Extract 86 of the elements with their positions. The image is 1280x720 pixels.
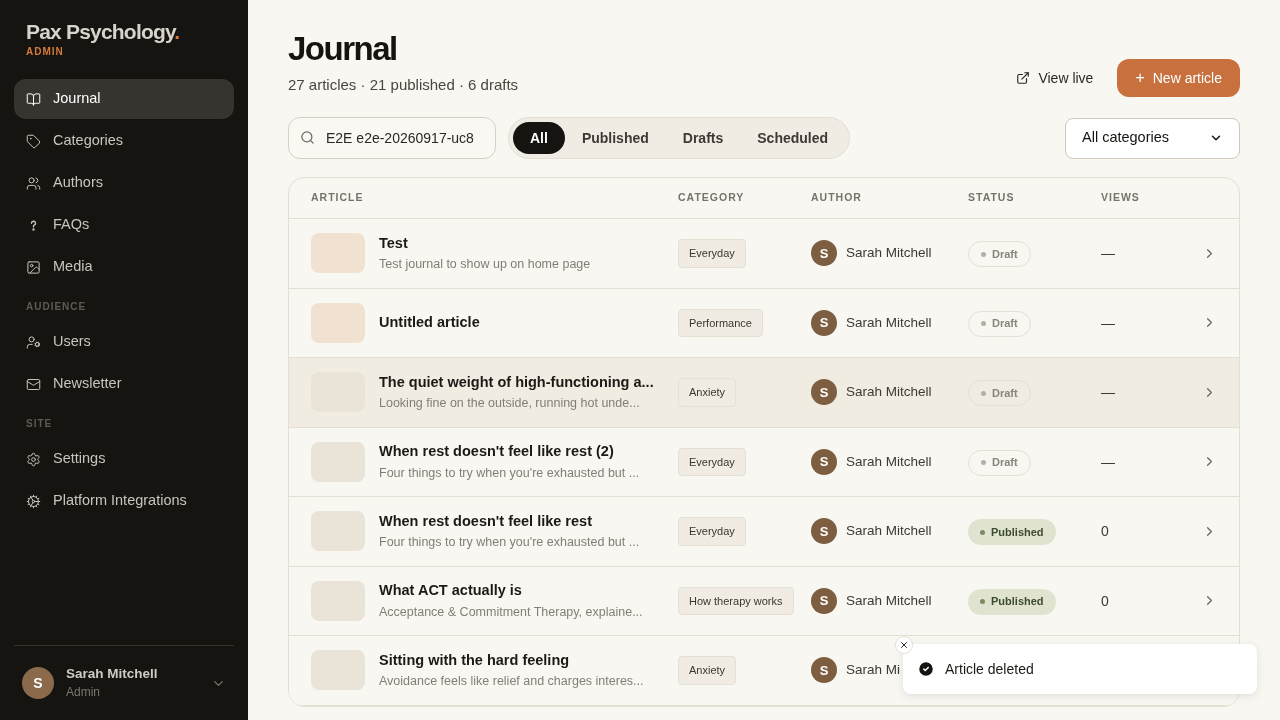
filter-tab[interactable]: Scheduled [740,122,846,154]
author-name: Sarah Mitchell [846,591,932,610]
sidebar-item[interactable]: Settings [14,439,234,479]
toast-message: Article deleted [945,659,1034,679]
article-excerpt: Four things to try when you're exhausted but ... [379,534,640,552]
tag-icon [26,133,41,149]
category-select[interactable]: All categories [1065,117,1240,159]
author-name: Sarah Mitchell [846,383,932,402]
column-header: CATEGORY [678,190,746,206]
column-header: AUTHOR [811,190,863,206]
views-count: — [1101,384,1115,401]
category-tag: Anxiety [678,378,737,407]
search-icon [300,130,315,145]
column-header: ARTICLE [311,190,365,206]
article-title[interactable]: The quiet weight of high-functioning a... [379,371,654,394]
sidebar-item[interactable]: Authors [14,163,234,203]
article-excerpt: Looking fine on the outside, running hot unde... [379,395,641,413]
views-count: — [1101,314,1115,331]
views-count: 0 [1101,592,1109,609]
section-heading: AUDIENCE [25,300,88,314]
article-title[interactable]: Sitting with the hard feeling [379,649,644,672]
author-avatar: S [811,379,837,406]
filter-tab[interactable]: Drafts [665,122,741,154]
views-count: — [1101,453,1115,470]
image-icon [26,259,41,275]
author-name: Sarah Mitchell [846,452,932,471]
sidebar-item[interactable]: Users [14,322,234,362]
status-badge: Published [968,588,1056,615]
user-role: Admin [66,684,101,700]
sidebar-item[interactable]: Media [14,247,234,287]
article-excerpt: Avoidance feels like relief and charges interes... [379,673,644,691]
filter-tab[interactable]: All [513,122,565,154]
gear-icon [26,493,41,509]
user-avatar: S [22,667,54,699]
status-badge: Published [968,519,1056,545]
author-avatar: S [811,448,837,475]
mail-icon [26,376,41,392]
column-header: VIEWS [1101,190,1141,206]
category-tag: Everyday [678,517,746,546]
user-gear-icon [26,334,41,350]
author-avatar: S [811,309,837,336]
sidebar-item[interactable]: FAQs [14,205,234,245]
article-excerpt: Test journal to show up on home page [379,256,591,274]
new-article-button[interactable]: + New article [1117,59,1240,97]
section-heading: SITE [25,417,54,431]
author-name: Sarah Mitchell [846,313,932,332]
page-title: Journal [288,30,398,68]
users-icon [26,175,41,191]
author-name: Sarah Mitchell [846,522,932,541]
views-count: — [1101,245,1115,262]
article-summary: 27 articles · 21 published · 6 drafts [288,75,519,95]
article-title[interactable]: Test [379,232,591,255]
category-tag: Everyday [678,239,746,268]
article-excerpt: Acceptance & Commitment Therapy, explaine... [379,603,643,621]
author-avatar: S [811,587,837,614]
external-link-icon [1016,71,1031,85]
admin-label: ADMIN [26,45,65,59]
check-icon [917,660,935,678]
column-header: STATUS [968,190,1016,206]
sidebar-item[interactable]: Platform Integrations [14,481,234,521]
close-icon [899,640,909,650]
sidebar-item[interactable]: Categories [14,121,234,161]
sidebar-item[interactable]: Newsletter [14,364,234,404]
article-excerpt: Four things to try when you're exhausted but ... [379,464,640,482]
author-avatar: S [811,657,837,684]
logo: Pax Psychology. [26,20,181,44]
article-title[interactable]: When rest doesn't feel like rest [379,510,640,533]
category-tag: Anxiety [678,656,737,685]
article-title[interactable]: What ACT actually is [379,580,643,602]
user-name: Sarah Mitchell [66,666,159,682]
settings-icon [26,451,41,467]
author-avatar: S [811,518,837,545]
category-tag: Performance [678,308,763,337]
view-live-link[interactable]: View live [1016,67,1094,89]
category-tag: Everyday [678,447,746,476]
category-tag: How therapy works [678,586,794,615]
filter-tab[interactable]: Published [564,122,666,154]
views-count: 0 [1101,523,1109,540]
author-avatar: S [811,240,837,267]
article-title[interactable]: When rest doesn't feel like rest (2) [379,441,640,463]
author-name: Sarah Mitchell [846,244,932,263]
author-name: Sarah Mi [846,661,901,680]
book-icon [26,91,41,107]
search-field[interactable]: E2E e2e-20260917-uc8 [288,117,496,159]
sidebar-item[interactable]: Journal [14,79,234,119]
article-title[interactable]: Untitled article [379,311,480,334]
